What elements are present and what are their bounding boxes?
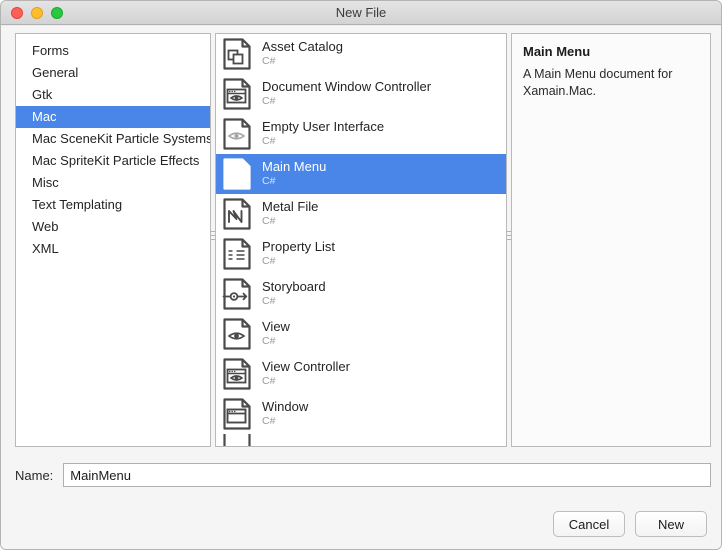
- property-list-icon: [222, 238, 252, 270]
- metal-file-icon: [222, 198, 252, 230]
- template-item-text: Main Menu C#: [262, 159, 327, 188]
- template-item-language: C#: [262, 135, 276, 148]
- category-list[interactable]: Forms General Gtk Mac Mac SceneKit Particle …: [16, 34, 210, 260]
- category-item[interactable]: Web: [16, 216, 210, 238]
- empty-user-interface-icon: [222, 118, 252, 150]
- template-item-language: C#: [262, 335, 276, 348]
- template-item-partial[interactable]: [216, 434, 506, 446]
- template-item[interactable]: Storyboard C#: [216, 274, 506, 314]
- template-item-text: Property List C#: [262, 239, 335, 268]
- asset-catalog-icon: [222, 38, 252, 70]
- template-item-language: C#: [262, 295, 276, 308]
- category-item[interactable]: Text Templating: [16, 194, 210, 216]
- template-item[interactable]: Property List C#: [216, 234, 506, 274]
- template-item-language: C#: [262, 215, 276, 228]
- template-item-name: Asset Catalog: [262, 39, 343, 55]
- template-item[interactable]: Empty User Interface C#: [216, 114, 506, 154]
- template-item[interactable]: Window C#: [216, 394, 506, 434]
- template-item-text: Asset Catalog C#: [262, 39, 343, 68]
- name-input[interactable]: [63, 463, 711, 487]
- template-item-name: View Controller: [262, 359, 350, 375]
- window-title: New File: [335, 5, 387, 20]
- category-item-label: Mac: [32, 109, 57, 124]
- template-item-language: C#: [262, 415, 276, 428]
- category-item[interactable]: Misc: [16, 172, 210, 194]
- template-item-name: Window: [262, 399, 309, 415]
- name-row: Name:: [15, 463, 711, 487]
- template-item-name: Main Menu: [262, 159, 327, 175]
- category-item[interactable]: General: [16, 62, 210, 84]
- window-icon: [222, 398, 252, 430]
- view-controller-icon: [222, 358, 252, 390]
- template-item-language: C#: [262, 255, 276, 268]
- template-item-name: Property List: [262, 239, 335, 255]
- details-body: Main Menu A Main Menu document for Xamai…: [512, 34, 710, 110]
- category-item-label: Gtk: [32, 87, 53, 102]
- template-item[interactable]: Asset Catalog C#: [216, 34, 506, 74]
- category-item-label: Forms: [32, 43, 69, 58]
- category-item-label: General: [32, 65, 79, 80]
- template-list[interactable]: Asset Catalog C# Document Window Controlle…: [216, 34, 506, 446]
- template-item-name: Empty User Interface: [262, 119, 385, 135]
- template-item[interactable]: Metal File C#: [216, 194, 506, 234]
- category-item-label: Mac SceneKit Particle Systems: [32, 131, 210, 146]
- category-pane: Forms General Gtk Mac Mac SceneKit Particle …: [15, 33, 211, 447]
- storyboard-icon: [222, 278, 252, 310]
- template-item-text: Document Window Controller C#: [262, 79, 432, 108]
- main-menu-icon: [222, 158, 252, 190]
- panes-container: Forms General Gtk Mac Mac SceneKit Particle …: [15, 33, 711, 447]
- template-item-name: Document Window Controller: [262, 79, 432, 95]
- category-item-label: Text Templating: [32, 197, 123, 212]
- document-icon: [222, 434, 252, 446]
- category-item[interactable]: XML: [16, 238, 210, 260]
- details-description: A Main Menu document for Xamain.Mac.: [523, 67, 673, 98]
- category-item[interactable]: Forms: [16, 40, 210, 62]
- template-item-text: View C#: [262, 319, 290, 348]
- category-item-label: Misc: [32, 175, 59, 190]
- category-item[interactable]: Gtk: [16, 84, 210, 106]
- document-window-controller-icon: [222, 78, 252, 110]
- category-item[interactable]: Mac SpriteKit Particle Effects: [16, 150, 210, 172]
- template-item[interactable]: View C#: [216, 314, 506, 354]
- dialog-footer: Cancel New: [553, 511, 707, 537]
- category-item-label: Mac SpriteKit Particle Effects: [32, 153, 200, 168]
- category-item-label: XML: [32, 241, 59, 256]
- cancel-button[interactable]: Cancel: [553, 511, 625, 537]
- dialog-body: Forms General Gtk Mac Mac SceneKit Particle …: [1, 26, 721, 549]
- template-item-text: Storyboard C#: [262, 279, 326, 308]
- new-file-dialog: New File Forms General Gtk Mac Mac SceneKit …: [0, 0, 722, 550]
- template-item-text: Empty User Interface C#: [262, 119, 385, 148]
- details-title: Main Menu: [523, 44, 591, 59]
- template-item-name: View: [262, 319, 290, 335]
- template-item[interactable]: Main Menu C#: [216, 154, 506, 194]
- template-item-language: C#: [262, 95, 276, 108]
- title-bar: New File: [1, 1, 721, 25]
- category-item[interactable]: Mac SceneKit Particle Systems: [16, 128, 210, 150]
- template-item-name: Metal File: [262, 199, 319, 215]
- template-item-text: View Controller C#: [262, 359, 350, 388]
- template-item[interactable]: Document Window Controller C#: [216, 74, 506, 114]
- template-pane: Asset Catalog C# Document Window Controlle…: [215, 33, 507, 447]
- new-button[interactable]: New: [635, 511, 707, 537]
- category-item-label: Web: [32, 219, 59, 234]
- details-pane: Main Menu A Main Menu document for Xamai…: [511, 33, 711, 447]
- view-icon: [222, 318, 252, 350]
- template-item-language: C#: [262, 55, 276, 68]
- template-item-language: C#: [262, 175, 276, 188]
- template-item-name: Storyboard: [262, 279, 326, 295]
- name-label: Name:: [15, 467, 54, 483]
- template-item-text: Window C#: [262, 399, 309, 428]
- template-item-text: Metal File C#: [262, 199, 319, 228]
- category-item[interactable]: Mac: [16, 106, 210, 128]
- template-item[interactable]: View Controller C#: [216, 354, 506, 394]
- template-item-language: C#: [262, 375, 276, 388]
